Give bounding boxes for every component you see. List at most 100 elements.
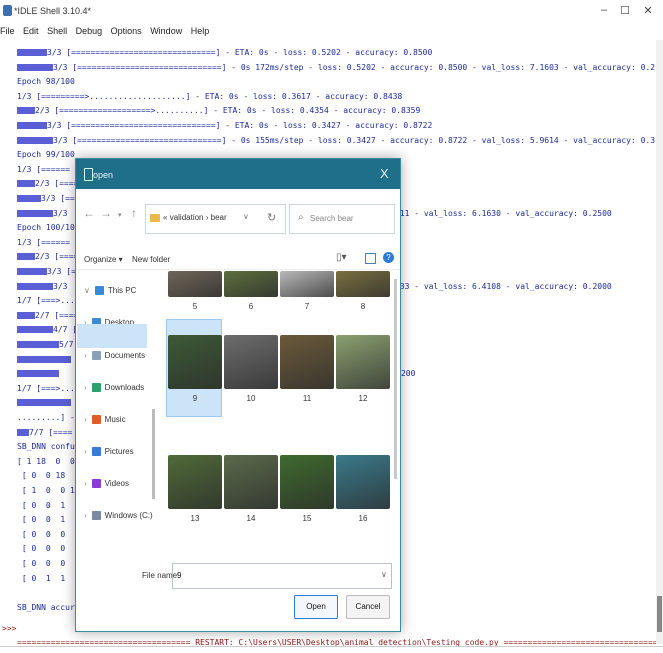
shell-line: 1/7 [===>.... [17, 296, 80, 306]
shell-line: [ 0 0 18 0 [17, 471, 80, 481]
file-name-label-14[interactable]: 14 [224, 514, 278, 523]
shell-line: [ 1 18 0 0 [17, 457, 75, 467]
nav-item-label: Music [104, 415, 126, 424]
close-button[interactable]: ✕ [638, 4, 658, 17]
file-list-scrollbar[interactable] [394, 279, 397, 479]
breadcrumb-bear[interactable]: bear [211, 213, 227, 222]
shell-line-text: 7/7 [==== [29, 427, 73, 437]
shell-line: [ 0 0 0 0 [17, 544, 80, 554]
refresh-icon[interactable]: ↻ [267, 211, 276, 224]
open-button[interactable]: Open [294, 595, 338, 619]
dialog-title-bar[interactable] [76, 159, 400, 189]
status-divider [0, 646, 663, 647]
file-name-label-7[interactable]: 7 [280, 302, 334, 311]
nav-scrollbar[interactable] [152, 409, 155, 499]
shell-line: Epoch 99/100 [17, 150, 75, 160]
progress-glyph-run [17, 107, 35, 115]
file-thumbnail[interactable] [168, 271, 222, 297]
file-name-label-9[interactable]: 9 [168, 394, 222, 403]
nav-item-label: Windows (C:) [104, 511, 153, 520]
nav-item-this-pc[interactable]: ∨ This PC [84, 279, 136, 303]
idle-app-icon [3, 5, 12, 16]
shell-line: 2/3 [===== [17, 179, 83, 189]
back-arrow-icon[interactable]: ← [83, 206, 95, 220]
chevron-right-icon[interactable]: › [84, 383, 87, 392]
shell-line-text: 1/3 [=========>....................] - E… [17, 91, 403, 101]
navigation-pane: ∨ This PC › Desktop › Documents › Downloads › Mus… [76, 271, 154, 552]
file-thumbnail[interactable] [280, 455, 334, 509]
menu-edit[interactable]: Edit [23, 26, 39, 36]
view-options-icon[interactable]: ▯▾ [336, 252, 347, 263]
chevron-right-icon[interactable]: › [84, 479, 87, 488]
file-name-label-11[interactable]: 11 [280, 394, 334, 403]
forward-arrow-icon[interactable]: → [100, 206, 112, 220]
file-name-input[interactable]: 9 ∨ [172, 563, 392, 589]
address-bar[interactable]: « validation › bear ∨ [145, 204, 286, 234]
menu-help[interactable]: Help [191, 26, 210, 36]
shell-scrollbar[interactable] [656, 40, 663, 644]
file-thumbnail[interactable] [280, 335, 334, 389]
shell-line-text: 5/7 [59, 340, 74, 349]
menu-shell[interactable]: Shell [47, 26, 67, 36]
file-thumbnail[interactable] [224, 271, 278, 297]
shell-line-text: 1/3 [====== [17, 164, 70, 174]
menu-debug[interactable]: Debug [76, 26, 103, 36]
menu-options[interactable]: Options [111, 26, 142, 36]
file-thumbnail[interactable] [336, 335, 390, 389]
shell-line: 3/3 [==============================] - 0… [17, 63, 655, 73]
file-name-label-15[interactable]: 15 [280, 514, 334, 523]
file-name-label-5[interactable]: 5 [168, 302, 222, 311]
shell-scrollbar-thumb[interactable] [657, 596, 662, 632]
shell-line [17, 398, 71, 408]
chevron-down-icon[interactable]: ∨ [243, 212, 249, 221]
file-thumbnail[interactable] [280, 271, 334, 297]
search-input[interactable]: ⌕ Search bear [289, 204, 395, 234]
organize-button[interactable]: Organize ▾ [84, 255, 123, 264]
file-name-label-6[interactable]: 6 [224, 302, 278, 311]
dialog-toolbar [76, 243, 400, 270]
nav-item-label: Pictures [104, 447, 134, 456]
chevron-down-icon[interactable]: ∨ [84, 286, 90, 295]
file-name-label-13[interactable]: 13 [168, 514, 222, 523]
recent-locations-icon[interactable]: ▾ [118, 211, 122, 219]
cancel-button[interactable]: Cancel [346, 595, 390, 619]
minimize-button[interactable]: – [594, 4, 614, 16]
nav-item-downloads[interactable]: › Downloads [84, 376, 144, 400]
file-thumbnail[interactable] [336, 271, 390, 297]
shell-line: 1/3 [====== [17, 238, 70, 248]
menu-window[interactable]: Window [150, 26, 182, 36]
shell-line: [ 0 1 1 1 [17, 574, 80, 584]
file-name-label-16[interactable]: 16 [336, 514, 390, 523]
file-thumbnail[interactable] [168, 335, 222, 389]
chevron-down-icon[interactable]: ∨ [381, 570, 387, 579]
breadcrumb-overflow[interactable]: « [163, 213, 167, 222]
chevron-right-icon[interactable]: › [84, 351, 87, 360]
maximize-button[interactable]: ☐ [615, 4, 635, 17]
file-name-label-10[interactable]: 10 [224, 394, 278, 403]
breadcrumb-validation[interactable]: validation [170, 213, 204, 222]
nav-item-videos[interactable]: › Videos [84, 472, 129, 496]
file-thumbnail[interactable] [224, 455, 278, 509]
folder-icon [150, 214, 160, 222]
menu-file[interactable]: File [0, 26, 15, 36]
progress-glyph-run [17, 268, 47, 275]
chevron-right-icon[interactable]: › [84, 447, 87, 456]
nav-item-music[interactable]: › Music [84, 408, 126, 432]
dialog-close-button[interactable]: X [380, 166, 389, 181]
nav-item-label: Videos [104, 479, 129, 488]
file-name-label-12[interactable]: 12 [336, 394, 390, 403]
nav-item-windows-c[interactable]: › Windows (C:) [84, 504, 153, 528]
file-thumbnail[interactable] [336, 455, 390, 509]
file-name-label-8[interactable]: 8 [336, 302, 390, 311]
shell-line-text: 1/3 [====== [17, 237, 70, 247]
new-folder-button[interactable]: New folder [132, 255, 170, 264]
file-thumbnail[interactable] [224, 335, 278, 389]
up-arrow-icon[interactable]: ↑ [131, 206, 137, 220]
file-thumbnail[interactable] [168, 455, 222, 509]
nav-item-pictures[interactable]: › Pictures [84, 440, 134, 464]
shell-line-text: [ 0 0 0 0 [17, 559, 80, 568]
help-icon[interactable]: ? [383, 252, 394, 263]
chevron-right-icon[interactable]: › [84, 415, 87, 424]
preview-pane-icon[interactable] [365, 253, 376, 264]
chevron-right-icon[interactable]: › [84, 511, 87, 520]
